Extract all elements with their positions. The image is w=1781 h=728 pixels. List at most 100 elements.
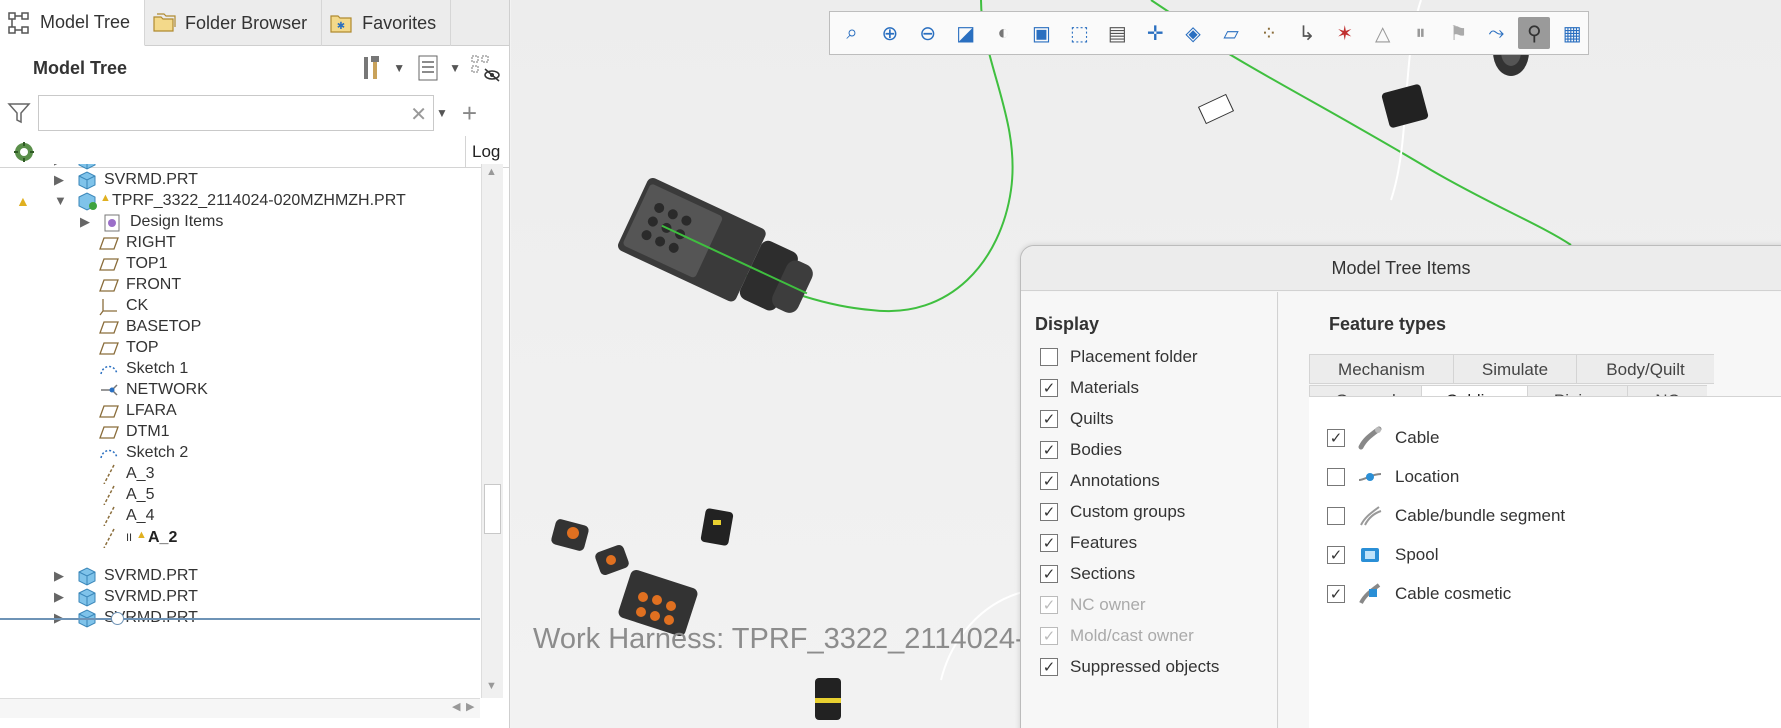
checkbox[interactable]: ✓: [1040, 503, 1058, 521]
checkbox[interactable]: ✓: [1040, 441, 1058, 459]
warning-display-button[interactable]: △: [1367, 17, 1399, 49]
cable-path-button[interactable]: ⤳: [1480, 17, 1512, 49]
display-option[interactable]: ✓ Annotations: [1040, 466, 1160, 496]
checkbox: ✓: [1040, 596, 1058, 614]
scroll-down-icon[interactable]: ▼: [486, 680, 497, 692]
feature-type-option[interactable]: Location: [1327, 462, 1459, 492]
tab-folder-browser[interactable]: Folder Browser: [145, 0, 323, 46]
tree-row-label: A_2: [148, 529, 178, 546]
display-option[interactable]: ✓ Features: [1040, 528, 1137, 558]
display-option[interactable]: ✓ Suppressed objects: [1040, 652, 1219, 682]
warning-icon: ▲: [136, 529, 147, 541]
cable-icon: [1357, 425, 1383, 451]
feature-type-option[interactable]: ✓ Cable: [1327, 423, 1439, 453]
checkbox[interactable]: ✓: [1327, 585, 1345, 603]
datum-plane-icon: [98, 317, 120, 337]
point-display-button[interactable]: ⁘: [1253, 17, 1285, 49]
tab-simulate[interactable]: Simulate: [1453, 354, 1576, 384]
panel-header: Model Tree ▼ ▼: [0, 46, 509, 90]
axis-display-button[interactable]: ↳: [1291, 17, 1323, 49]
checkbox[interactable]: ✓: [1040, 472, 1058, 490]
checkbox[interactable]: ✓: [1040, 379, 1058, 397]
zoom-out-icon: ⊖: [919, 22, 937, 45]
perspective-button[interactable]: ▤: [1101, 17, 1133, 49]
show-button[interactable]: [413, 52, 445, 84]
scroll-left-icon[interactable]: ◀: [452, 700, 460, 713]
sketch-icon: [98, 443, 120, 463]
feature-type-label: Spool: [1395, 545, 1439, 564]
flag-icon: ⚑: [1449, 22, 1468, 45]
datum-display-button[interactable]: ▱: [1215, 17, 1247, 49]
tab-body-quilt[interactable]: Body/Quilt: [1576, 354, 1714, 384]
scroll-right-icon[interactable]: ▶: [466, 700, 474, 713]
display-option-label: Sections: [1070, 564, 1136, 583]
feature-type-label: Cable: [1395, 428, 1440, 447]
scroll-thumb[interactable]: [484, 484, 501, 534]
display-option[interactable]: ✓ Quilts: [1040, 404, 1113, 434]
feature-type-option[interactable]: ✓ Cable cosmetic: [1327, 579, 1511, 609]
checkbox[interactable]: ✓: [1040, 410, 1058, 428]
view-manager-button[interactable]: ⬚: [1063, 17, 1095, 49]
tools-icon: [364, 56, 380, 79]
tree-horizontal-scrollbar[interactable]: ◀ ▶: [0, 698, 480, 718]
feature-type-option[interactable]: ✓ Spool: [1327, 540, 1438, 570]
clear-icon[interactable]: ✕: [410, 102, 427, 127]
add-filter-button[interactable]: +: [462, 98, 477, 129]
tree-vertical-scrollbar[interactable]: ▲ ▼: [481, 164, 503, 698]
checkbox[interactable]: ✓: [1327, 546, 1345, 564]
display-option[interactable]: ✓ Materials: [1040, 373, 1139, 403]
tab-mechanism[interactable]: Mechanism: [1309, 354, 1453, 384]
repaint-button[interactable]: ◪: [950, 17, 982, 49]
settings-button[interactable]: [357, 52, 389, 84]
filter-icon[interactable]: [6, 100, 32, 126]
checkbox[interactable]: [1327, 468, 1345, 486]
tree-row[interactable]: A_4: [0, 504, 480, 528]
display-option: ✓ NC owner: [1040, 590, 1146, 620]
checkbox[interactable]: ✓: [1040, 565, 1058, 583]
checkbox[interactable]: [1040, 348, 1058, 366]
tree-row[interactable]: II ▲ A_2: [0, 526, 480, 550]
work-harness-label: Work Harness: TPRF_3322_2114024-0: [533, 623, 1041, 655]
pause-button[interactable]: ⏸: [1405, 17, 1437, 49]
axis-icon: [98, 506, 120, 527]
harness-button[interactable]: ▦: [1556, 17, 1588, 49]
annotation-display-button[interactable]: ◈: [1177, 17, 1209, 49]
saved-orientations-button[interactable]: ▣: [1026, 17, 1058, 49]
model-icon[interactable]: [12, 140, 36, 164]
checkbox[interactable]: [1327, 507, 1345, 525]
network-display-button[interactable]: ✶: [1329, 17, 1361, 49]
feature-type-option[interactable]: Cable/bundle segment: [1327, 501, 1565, 531]
zoom-out-button[interactable]: ⊖: [912, 17, 944, 49]
display-option-label: Placement folder: [1070, 347, 1198, 366]
checkbox[interactable]: ✓: [1040, 658, 1058, 676]
chevron-down-icon[interactable]: ▼: [393, 61, 405, 75]
checkbox[interactable]: ✓: [1040, 534, 1058, 552]
feature-types-section: Feature types Mechanism Simulate Body/Quil…: [1279, 292, 1781, 728]
tab-model-tree-label: Model Tree: [40, 12, 131, 32]
search-input[interactable]: ✕: [38, 95, 434, 131]
cable-display-button[interactable]: ⚲: [1518, 17, 1551, 49]
tree-columns-button[interactable]: [469, 52, 501, 84]
scroll-up-icon[interactable]: ▲: [486, 166, 497, 178]
tab-favorites[interactable]: ✱ Favorites: [322, 0, 452, 46]
warning-icon: ▲: [100, 192, 111, 204]
display-option[interactable]: ✓ Bodies: [1040, 435, 1122, 465]
tab-model-tree[interactable]: Model Tree: [0, 0, 146, 46]
flag-button[interactable]: ⚑: [1443, 17, 1475, 49]
insert-here-handle[interactable]: [111, 612, 124, 625]
refit-button[interactable]: ⌕: [836, 17, 868, 49]
display-style-button[interactable]: ◐: [988, 17, 1020, 49]
chevron-down-icon[interactable]: ▼: [436, 106, 448, 120]
filter-row: ✕ ▼ +: [0, 90, 509, 136]
chevron-down-icon[interactable]: ▼: [449, 61, 461, 75]
insert-here-line[interactable]: [0, 618, 480, 620]
zoom-in-button[interactable]: ⊕: [874, 17, 906, 49]
display-option-label: NC owner: [1070, 595, 1146, 614]
display-option[interactable]: Placement folder: [1040, 342, 1198, 372]
checkbox[interactable]: ✓: [1327, 429, 1345, 447]
spin-center-button[interactable]: ✛: [1139, 17, 1171, 49]
assembly-icon: [76, 191, 98, 211]
display-option[interactable]: ✓ Custom groups: [1040, 497, 1185, 527]
display-option[interactable]: ✓ Sections: [1040, 559, 1135, 589]
feature-tabs-row-1: Mechanism Simulate Body/Quilt: [1309, 354, 1781, 384]
